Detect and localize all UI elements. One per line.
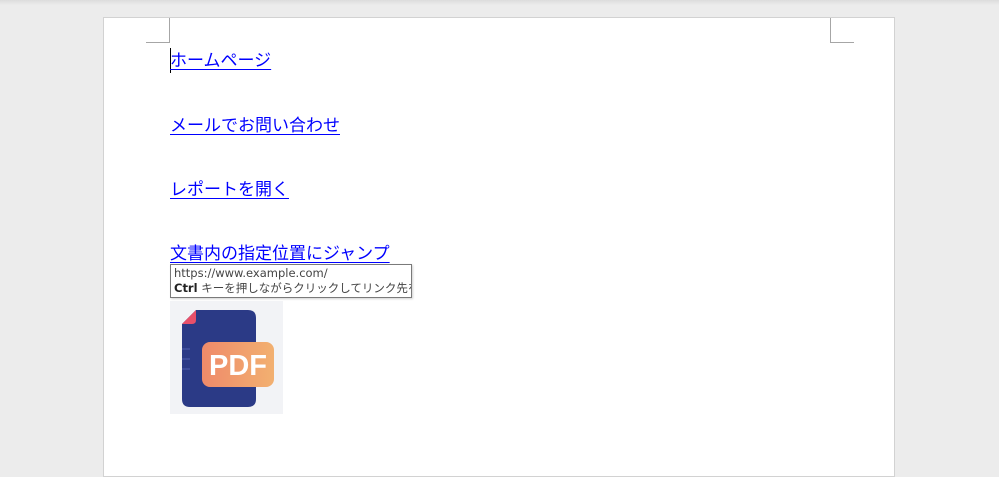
tooltip-hint-text: キーを押しながらクリックしてリンク先を表示 xyxy=(201,281,411,295)
tooltip-hint-key: Ctrl xyxy=(174,281,198,295)
margin-corner-mark-top-left xyxy=(146,42,170,43)
margin-corner-mark-top-right xyxy=(830,42,854,43)
hyperlink-open-report[interactable]: レポートを開く xyxy=(170,179,289,201)
hyperlink-jump-to-location[interactable]: 文書内の指定位置にジャンプ xyxy=(170,243,390,265)
pdf-image[interactable]: PDF xyxy=(170,301,283,414)
top-edge xyxy=(0,0,999,5)
document-fold-shape xyxy=(182,310,196,324)
hyperlink-email-contact[interactable]: メールでお問い合わせ xyxy=(170,115,340,137)
margin-corner-mark-top-right xyxy=(830,18,831,42)
tooltip-hint: Ctrl キーを押しながらクリックしてリンク先を表示 xyxy=(174,281,411,296)
margin-corner-mark-top-left xyxy=(169,18,170,42)
pdf-file-icon: PDF xyxy=(182,310,274,407)
pdf-badge-label: PDF xyxy=(209,350,267,382)
hyperlink-tooltip: https://www.example.com/ Ctrl キーを押しながらクリ… xyxy=(170,264,412,298)
hyperlink-homepage[interactable]: ホームページ xyxy=(170,50,271,72)
tooltip-url: https://www.example.com/ xyxy=(174,266,328,280)
